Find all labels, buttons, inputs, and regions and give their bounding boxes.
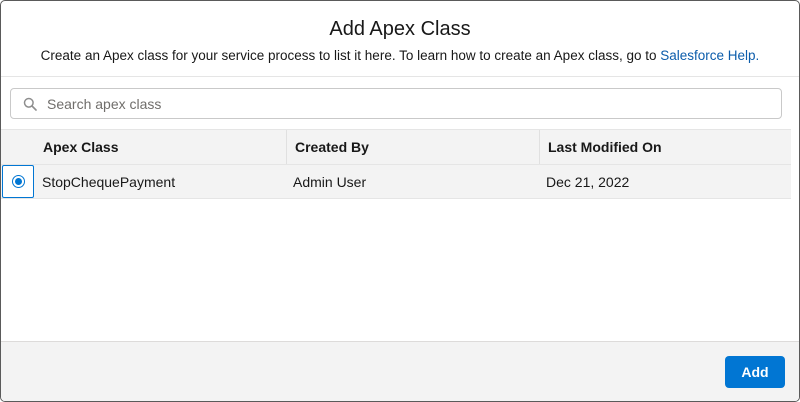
apex-class-cell: StopChequePayment <box>42 173 176 190</box>
column-header-last-modified-on[interactable]: Last Modified On <box>539 130 791 164</box>
modal-body: Apex Class Created By Last Modified On S… <box>1 77 799 340</box>
modal-header: Add Apex Class Create an Apex class for … <box>1 1 799 77</box>
table-header: Apex Class Created By Last Modified On <box>1 129 791 165</box>
search-box[interactable] <box>10 88 782 119</box>
table-row[interactable]: StopChequePayment Admin User Dec 21, 202… <box>1 165 791 199</box>
search-input[interactable] <box>45 94 781 113</box>
salesforce-help-link[interactable]: Salesforce Help. <box>660 48 759 63</box>
row-radio-button[interactable] <box>11 175 25 188</box>
modal-footer: Add <box>1 341 799 401</box>
search-icon <box>23 97 37 111</box>
subtitle-text: Create an Apex class for your service pr… <box>40 48 661 63</box>
last-modified-on-cell: Dec 21, 2022 <box>546 173 630 190</box>
row-select-cell[interactable] <box>2 165 34 198</box>
modal-title: Add Apex Class <box>329 18 471 40</box>
modal-subtitle: Create an Apex class for your service pr… <box>1 47 799 65</box>
add-apex-class-modal: Add Apex Class Create an Apex class for … <box>0 0 800 402</box>
column-header-apex-class[interactable]: Apex Class <box>35 130 286 164</box>
column-header-created-by[interactable]: Created By <box>286 130 539 164</box>
created-by-cell: Admin User <box>293 173 367 190</box>
radio-selected-dot <box>14 178 22 185</box>
select-column-header <box>1 130 35 164</box>
add-button[interactable]: Add <box>725 356 785 388</box>
apex-class-table: Apex Class Created By Last Modified On S… <box>1 129 791 199</box>
